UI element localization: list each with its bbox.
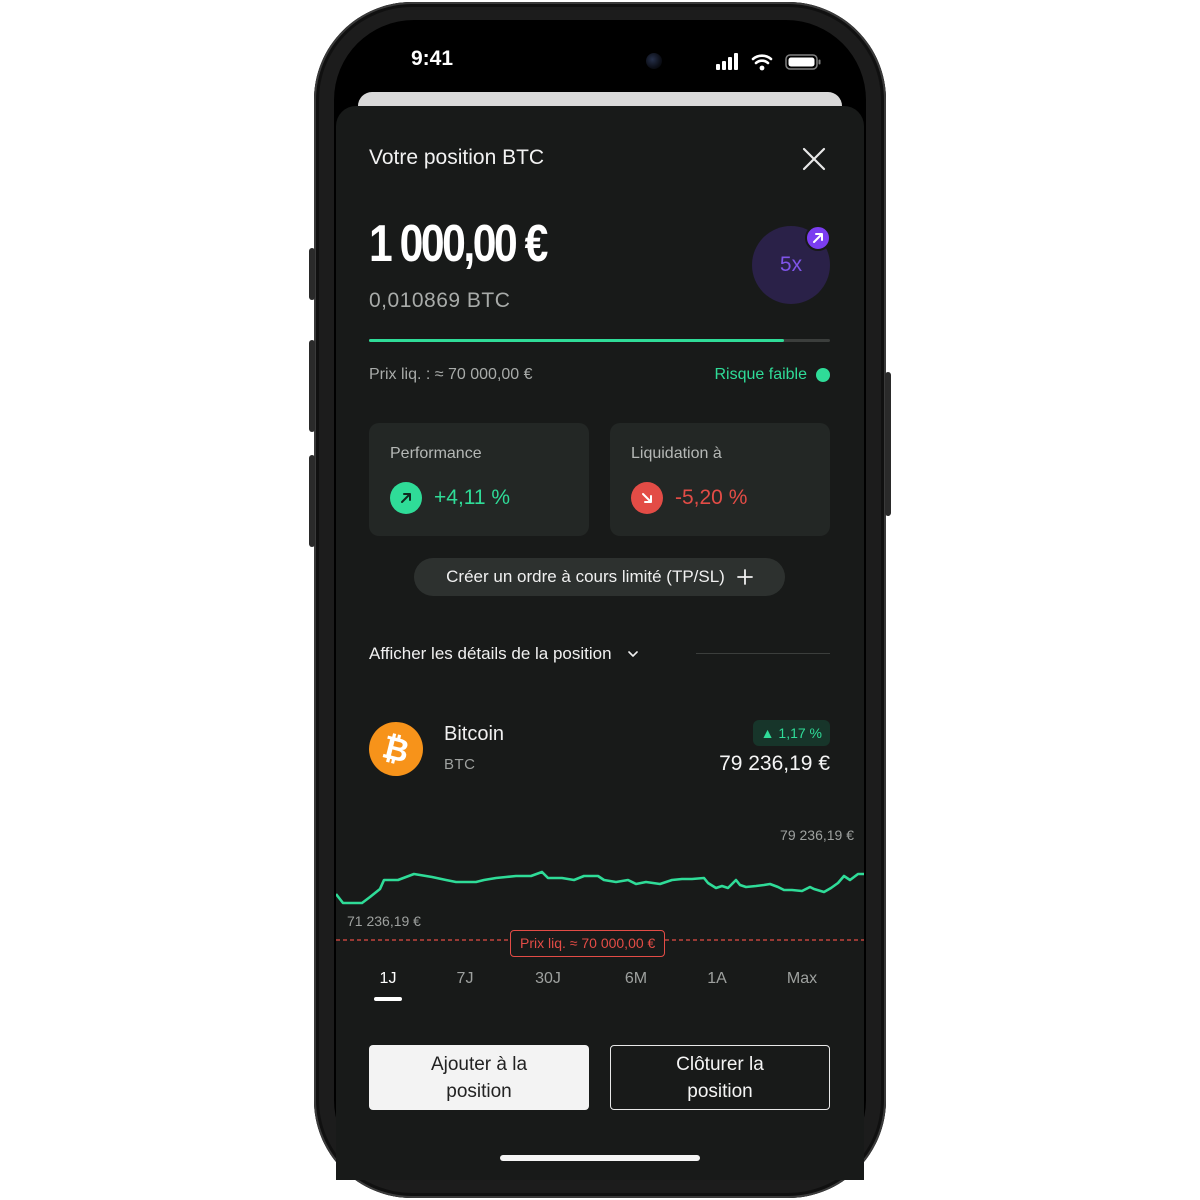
create-limit-order-label: Créer un ordre à cours limité (TP/SL): [446, 567, 725, 586]
liquidation-value: -5,20 %: [675, 486, 748, 509]
power-button: [885, 372, 891, 516]
create-limit-order-button[interactable]: Créer un ordre à cours limité (TP/SL): [414, 558, 785, 596]
volume-down-button: [309, 455, 315, 547]
risk-label: Risque faible: [714, 366, 808, 383]
price-change-badge: ▲ 1,17 %: [752, 720, 830, 746]
wifi-icon: [751, 54, 773, 65]
risk-progress-track: [369, 339, 830, 342]
status-icons: [716, 53, 821, 71]
sheet-title: Votre position BTC: [369, 146, 545, 169]
arrow-down-right-icon: [631, 482, 663, 514]
liquidation-price-label: Prix liq. : ≈ 70 000,00 €: [369, 366, 533, 383]
bitcoin-icon: ₿: [363, 716, 429, 782]
tab-6m[interactable]: 6M: [625, 970, 647, 988]
wifi-dot: [759, 65, 765, 71]
performance-card: Performance +4,11 %: [369, 423, 589, 536]
risk-dot: [816, 368, 830, 382]
liquidation-card: Liquidation à -5,20 %: [610, 423, 830, 536]
details-divider: [696, 653, 830, 654]
camera-icon: [646, 53, 662, 69]
chart-high-label: 79 236,19 €: [780, 827, 854, 843]
active-tab-indicator: [374, 997, 402, 1001]
tab-1j[interactable]: 1J: [380, 970, 397, 988]
show-position-details-toggle[interactable]: Afficher les détails de la position: [369, 644, 640, 664]
tab-1a[interactable]: 1A: [707, 970, 727, 988]
battery-icon: [785, 54, 821, 70]
chart-low-label: 71 236,19 €: [347, 913, 421, 929]
performance-label: Performance: [390, 445, 482, 462]
close-position-label: Clôturer la position: [676, 1053, 764, 1102]
risk-progress-fill: [369, 339, 784, 342]
dynamic-island: [526, 45, 672, 78]
home-indicator[interactable]: [500, 1155, 700, 1161]
liquidation-label: Liquidation à: [631, 445, 722, 462]
close-position-button[interactable]: Clôturer la position: [610, 1045, 830, 1110]
tab-30j[interactable]: 30J: [535, 970, 561, 988]
position-amount-btc: 0,010869 BTC: [369, 289, 511, 312]
tab-max[interactable]: Max: [787, 970, 817, 988]
timeframe-tabs: 1J 7J 30J 6M 1A Max: [336, 970, 864, 1010]
performance-value: +4,11 %: [434, 486, 511, 509]
add-to-position-label: Ajouter à la position: [430, 1053, 528, 1102]
risk-indicator: Risque faible: [714, 366, 830, 384]
asset-name: Bitcoin: [444, 723, 505, 745]
close-icon[interactable]: [802, 147, 826, 171]
leverage-badge: [805, 225, 831, 251]
plus-icon: [736, 569, 753, 585]
arrow-up-right-icon: [813, 233, 823, 243]
add-to-position-button[interactable]: Ajouter à la position: [369, 1045, 589, 1110]
status-time: 9:41: [410, 47, 454, 70]
tab-7j[interactable]: 7J: [457, 970, 474, 988]
signal-icon: [716, 53, 738, 70]
position-amount: 1 000,00 €: [369, 215, 548, 273]
chart-liquidation-tag: Prix liq. ≈ 70 000,00 €: [510, 930, 666, 957]
asset-ticker: BTC: [444, 756, 476, 773]
show-details-label: Afficher les détails de la position: [369, 644, 612, 663]
volume-up-button: [309, 340, 315, 432]
price-line: [336, 870, 864, 905]
arrow-up-right-icon: [390, 482, 422, 514]
mute-switch: [309, 248, 315, 300]
chevron-down-icon: [627, 651, 638, 657]
asset-price: 79 236,19 €: [719, 752, 830, 775]
position-sheet: Votre position BTC 1 000,00 € 0,010869 B…: [336, 106, 864, 1180]
